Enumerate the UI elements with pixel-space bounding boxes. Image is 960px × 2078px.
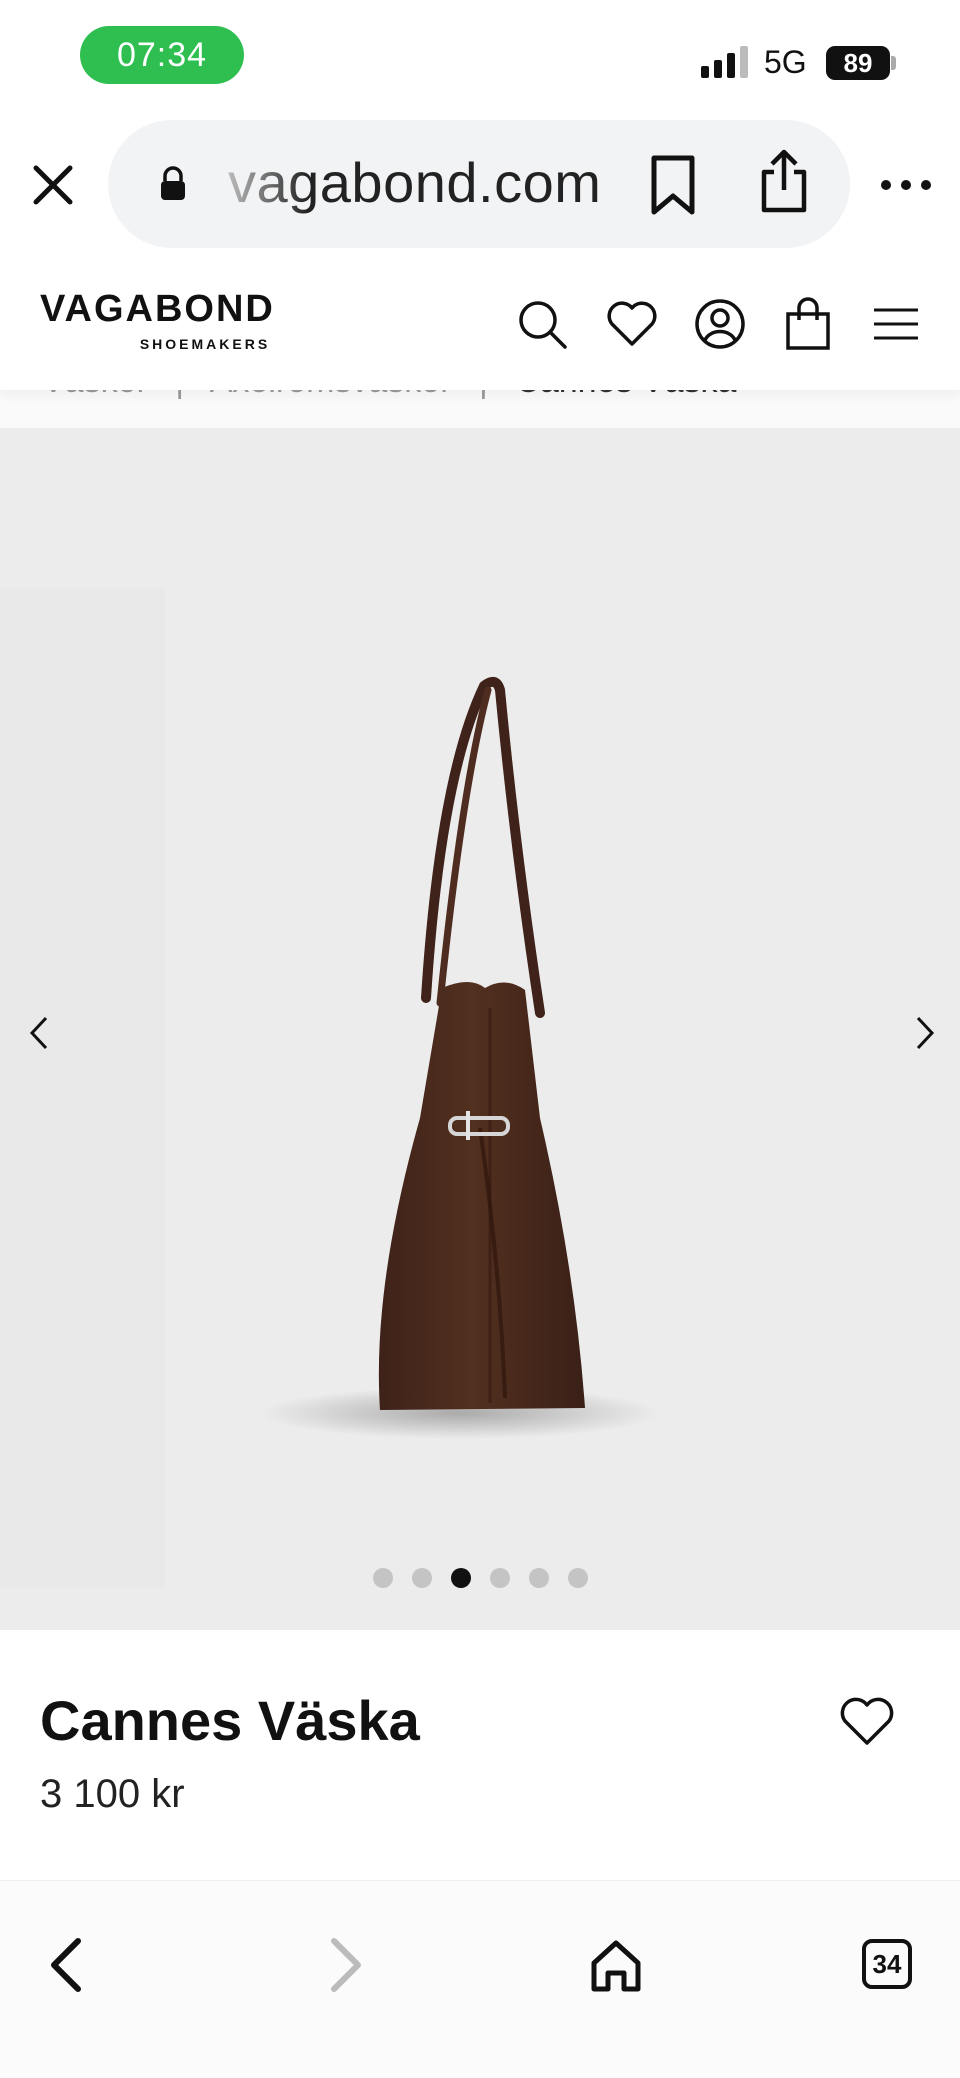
status-time: 07:34 [80, 26, 244, 84]
browser-address-bar: vagabond.com [0, 110, 960, 260]
forward-chevron-icon[interactable] [312, 1933, 372, 1997]
battery-tip [891, 56, 896, 70]
share-icon[interactable] [758, 148, 810, 214]
product-price: 3 100 kr [40, 1772, 185, 1816]
wishlist-heart-icon[interactable] [838, 1696, 896, 1748]
site-header: VAGABOND SHOEMAKERS [0, 260, 960, 390]
lock-icon [161, 166, 185, 200]
tabs-count-button[interactable]: 34 [862, 1939, 912, 1989]
logo-main: VAGABOND [40, 288, 275, 330]
gallery-dot[interactable] [372, 1568, 393, 1588]
gallery-dot[interactable] [411, 1568, 432, 1588]
product-title: Cannes Väska [40, 1689, 420, 1752]
gallery-pagination [0, 1568, 960, 1588]
gallery-dot[interactable] [489, 1568, 510, 1588]
heart-icon[interactable] [604, 296, 660, 352]
gallery-dot-active[interactable] [450, 1568, 471, 1588]
product-info: Cannes Väska 3 100 kr [0, 1630, 960, 1880]
chevron-right-icon[interactable] [904, 1008, 944, 1058]
gallery-dot[interactable] [528, 1568, 549, 1588]
back-chevron-icon[interactable] [40, 1933, 100, 1997]
product-image [0, 588, 660, 1588]
url-field[interactable]: vagabond.com [108, 120, 850, 248]
product-image-gallery[interactable] [0, 428, 960, 1630]
signal-icon [701, 46, 748, 78]
account-icon[interactable] [692, 296, 748, 352]
menu-icon[interactable] [868, 296, 924, 352]
bookmark-icon[interactable] [648, 154, 698, 216]
bag-icon[interactable] [780, 296, 836, 352]
vagabond-logo[interactable]: VAGABOND SHOEMAKERS [40, 290, 370, 352]
network-type: 5G [764, 44, 807, 80]
logo-sub: SHOEMAKERS [139, 336, 271, 352]
home-icon[interactable] [586, 1933, 646, 1997]
search-icon[interactable] [514, 296, 570, 352]
more-icon[interactable] [876, 170, 936, 200]
status-bar: 07:34 5G 89 [0, 0, 960, 110]
battery-level: 89 [826, 46, 890, 80]
chevron-left-icon[interactable] [20, 1008, 60, 1058]
close-icon[interactable] [28, 160, 78, 210]
url-text: vagabond.com [228, 151, 602, 214]
browser-toolbar: 34 [0, 1880, 960, 2078]
gallery-dot[interactable] [567, 1568, 588, 1588]
